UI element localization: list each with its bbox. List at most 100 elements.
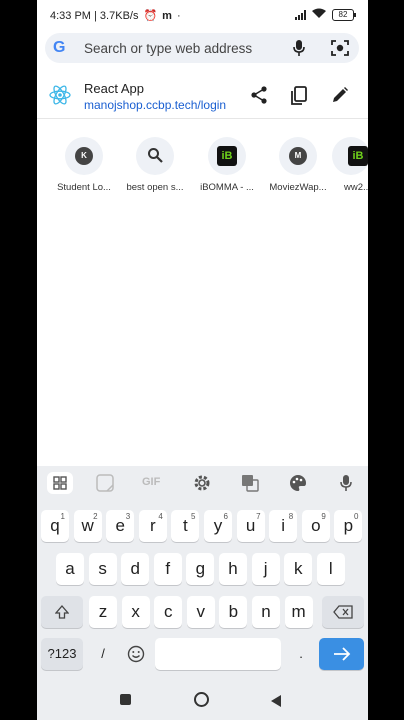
key-letter: w [81,516,94,535]
back-triangle-icon[interactable] [271,694,281,712]
tile-ww2[interactable]: iB ww2... [332,137,368,193]
key-number-hint: 0 [353,512,359,521]
shortcut-tiles: K Student Lo... best open s... iB iBOMMA… [37,137,368,197]
key-number-hint: 7 [256,512,261,521]
tile-label: iBOMMA - ... [200,182,254,193]
key-number-hint: 4 [158,512,163,521]
key-letter: r [149,516,156,535]
lens-camera-icon[interactable] [331,39,349,62]
gif-button[interactable]: GIF [142,476,160,488]
key-e[interactable]: e3 [106,510,135,542]
alarm-icon: ⏰ [143,10,158,22]
phone-screen: 4:33 PM | 3.7KB/s ⏰ m · 82 G Search or t… [37,0,368,720]
translate-icon[interactable] [241,474,259,497]
period-key[interactable]: . [287,638,315,670]
m-notification-icon: m [162,9,172,22]
key-v[interactable]: v [186,596,215,628]
address-input[interactable]: Search or type web address [84,41,252,56]
key-n[interactable]: n [252,596,280,628]
key-letter: u [245,516,256,535]
status-bar: 4:33 PM | 3.7KB/s ⏰ m · 82 [37,0,368,30]
keyboard: GIF q1w2e3r4t5y6u7i8o9p0 asdfghjkl zxcv [37,466,368,680]
apps-grid-icon[interactable] [47,472,73,494]
key-h[interactable]: h [219,553,247,585]
key-w[interactable]: w2 [73,510,102,542]
key-g[interactable]: g [186,553,215,585]
key-o[interactable]: o9 [301,510,330,542]
emoji-key[interactable] [121,638,151,670]
tile-label: Student Lo... [57,182,111,193]
key-y[interactable]: y6 [204,510,232,542]
key-number-hint: 3 [125,512,131,521]
key-z[interactable]: z [89,596,117,628]
palette-icon[interactable] [289,474,307,497]
tile-ibomma[interactable]: iB iBOMMA - ... [192,137,262,193]
shift-key[interactable] [41,596,83,628]
key-p[interactable]: p0 [334,510,363,542]
letter-k-icon: K [75,147,93,165]
key-number-hint: 6 [223,512,228,521]
key-number-hint: 2 [93,512,98,521]
key-l[interactable]: l [316,553,345,585]
key-q[interactable]: q1 [41,510,69,542]
key-d[interactable]: d [121,553,150,585]
recents-square-icon[interactable] [120,694,131,705]
key-s[interactable]: s [88,553,117,585]
edit-icon[interactable] [331,86,349,109]
key-letter: q [50,516,60,535]
symbols-key[interactable]: ?123 [41,638,83,670]
battery-icon: 82 [332,8,356,21]
ibomma-logo-icon: iB [348,146,368,166]
wifi-icon [312,8,326,21]
enter-key[interactable] [319,638,364,670]
copy-icon[interactable] [290,86,308,111]
backspace-key[interactable] [322,596,364,628]
keyboard-toolbar: GIF [37,466,368,500]
status-time: 4:33 PM | 3.7KB/s [50,9,139,22]
react-logo-icon [49,85,71,110]
key-letter: p [343,516,354,535]
key-i[interactable]: i8 [269,510,298,542]
key-number-hint: 8 [288,512,294,521]
navigation-bar [37,680,368,720]
letter-m-icon: M [289,147,307,165]
key-letter: e [115,516,125,535]
dot-icon: · [176,9,181,22]
key-x[interactable]: x [121,596,150,628]
keyboard-microphone-icon[interactable] [340,474,352,497]
sticker-icon[interactable] [96,474,114,497]
key-r[interactable]: r4 [138,510,167,542]
key-number-hint: 5 [190,512,196,521]
google-icon: G [53,39,66,56]
key-number-hint: 1 [60,512,65,521]
space-key[interactable] [155,638,281,670]
home-circle-icon[interactable] [194,692,209,707]
key-t[interactable]: t5 [171,510,200,542]
key-a[interactable]: a [56,553,84,585]
tile-best-open-source[interactable]: best open s... [120,137,190,193]
tile-moviezwap[interactable]: M MoviezWap... [263,137,333,193]
current-page-suggestion[interactable]: React App manojshop.ccbp.tech/login [37,72,368,119]
tile-label: MoviezWap... [269,182,327,193]
search-icon [147,147,163,168]
address-bar[interactable]: G Search or type web address [45,33,359,63]
key-letter: t [183,516,188,535]
gear-icon[interactable] [193,474,211,497]
key-b[interactable]: b [219,596,248,628]
key-f[interactable]: f [153,553,182,585]
key-letter: i [281,516,286,535]
key-u[interactable]: u7 [236,510,265,542]
key-j[interactable]: j [251,553,280,585]
page-url: manojshop.ccbp.tech/login [84,98,227,112]
tile-label: best open s... [126,182,184,193]
tile-student-login[interactable]: K Student Lo... [49,137,119,193]
share-icon[interactable] [250,86,268,109]
page-title: React App [84,81,144,96]
key-c[interactable]: c [154,596,183,628]
signal-icon [295,9,306,20]
key-k[interactable]: k [284,553,313,585]
key-m[interactable]: m [284,596,313,628]
slash-key[interactable]: / [89,638,117,670]
microphone-icon[interactable] [292,39,306,62]
ibomma-logo-icon: iB [217,146,237,166]
